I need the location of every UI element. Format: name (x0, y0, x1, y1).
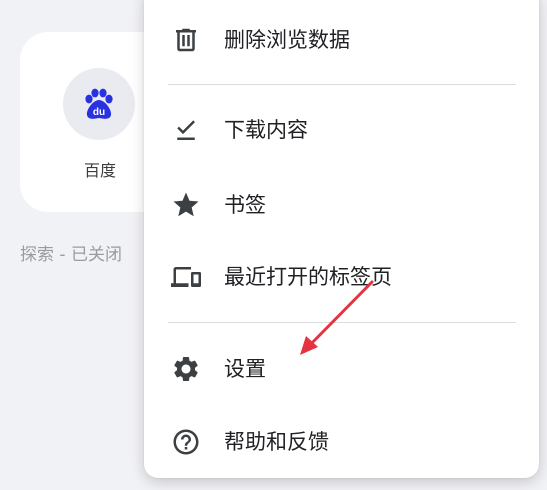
menu-item-label: 帮助和反馈 (224, 430, 329, 454)
menu-item-recent-tabs[interactable]: 最近打开的标签页 (144, 247, 539, 307)
menu-item-clear-browsing-data[interactable]: 删除浏览数据 (144, 10, 539, 70)
trash-icon (171, 25, 201, 55)
menu-item-downloads[interactable]: 下载内容 (144, 100, 539, 160)
menu-item-label: 设置 (224, 357, 266, 381)
menu-item-label: 书签 (224, 193, 266, 217)
menu-item-settings[interactable]: 设置 (144, 339, 539, 399)
menu-divider (168, 84, 516, 85)
menu-item-help-feedback[interactable]: 帮助和反馈 (144, 412, 539, 472)
download-check-icon (171, 115, 201, 145)
baidu-paw-icon: du (81, 86, 117, 122)
overflow-menu: 删除浏览数据 下载内容 书签 最近打开的标签页 设置 帮助和反馈 (144, 0, 539, 478)
svg-text:du: du (93, 107, 105, 118)
star-icon (171, 190, 201, 220)
baidu-shortcut[interactable]: du (63, 68, 135, 140)
baidu-shortcut-label: 百度 (83, 161, 116, 180)
help-icon (171, 427, 201, 457)
menu-item-bookmarks[interactable]: 书签 (144, 175, 539, 235)
discover-status: 探索 - 已关闭 (20, 245, 122, 265)
devices-icon (171, 262, 201, 292)
gear-icon (171, 354, 201, 384)
menu-item-label: 最近打开的标签页 (224, 265, 392, 289)
menu-divider (168, 322, 516, 323)
menu-item-label: 下载内容 (224, 118, 308, 142)
menu-item-label: 删除浏览数据 (224, 28, 350, 52)
